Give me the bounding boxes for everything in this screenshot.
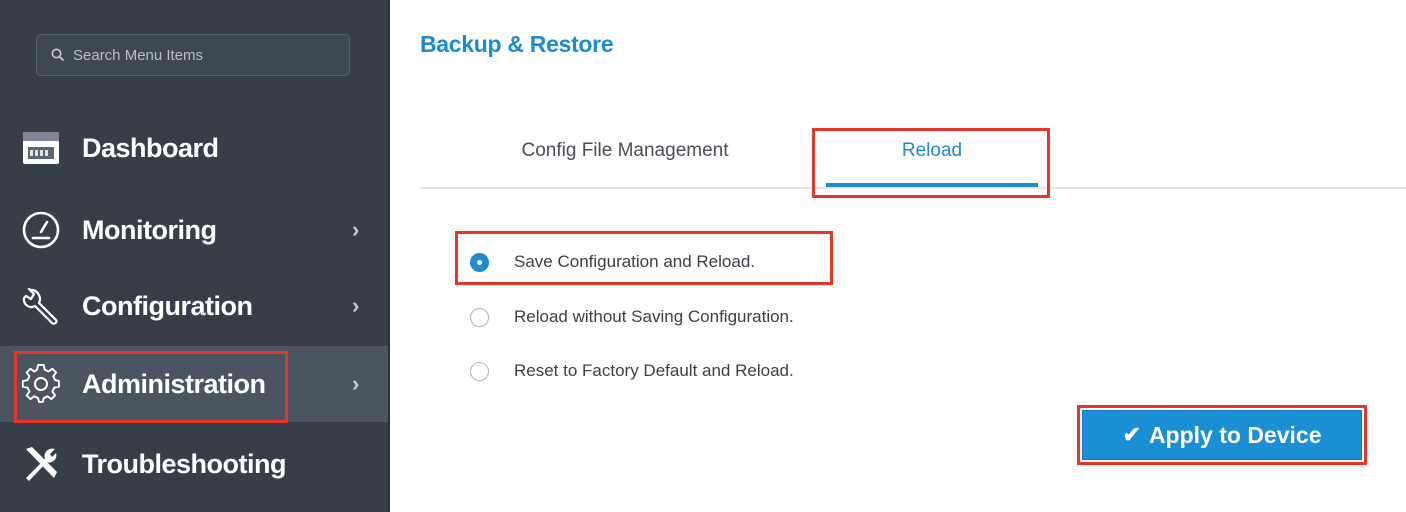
- option-reload-without-saving[interactable]: Reload without Saving Configuration.: [470, 302, 794, 332]
- apply-to-device-button[interactable]: ✔ Apply to Device: [1082, 410, 1362, 460]
- sidebar-item-configuration[interactable]: Configuration ›: [0, 268, 388, 344]
- option-reset-factory-default[interactable]: Reset to Factory Default and Reload.: [470, 356, 794, 386]
- dashboard-icon: [20, 127, 62, 169]
- chevron-right-icon: ›: [352, 371, 360, 396]
- sidebar-item-label: Troubleshooting: [82, 448, 286, 479]
- page-title: Backup & Restore: [420, 31, 614, 57]
- option-label: Reload without Saving Configuration.: [514, 307, 794, 326]
- tabs-divider: [420, 187, 1406, 189]
- tools-icon: [20, 443, 62, 485]
- sidebar-item-troubleshooting[interactable]: Troubleshooting: [0, 426, 388, 502]
- sidebar-item-label: Administration: [82, 368, 266, 399]
- sidebar-item-monitoring[interactable]: Monitoring ›: [0, 192, 388, 268]
- radio-button[interactable]: [470, 307, 489, 327]
- chevron-right-icon: ›: [352, 217, 360, 242]
- checkmark-icon: ✔: [1122, 422, 1141, 447]
- option-label: Reset to Factory Default and Reload.: [514, 361, 794, 380]
- apply-button-label: Apply to Device: [1148, 421, 1322, 448]
- sidebar-item-administration[interactable]: Administration ›: [0, 346, 388, 422]
- sidebar-item-dashboard[interactable]: Dashboard: [0, 110, 388, 186]
- sidebar-item-label: Dashboard: [82, 132, 219, 163]
- sidebar-item-label: Configuration: [82, 290, 253, 321]
- sidebar-divider: [388, 0, 390, 512]
- tab-reload[interactable]: Reload: [826, 140, 1038, 188]
- active-tab-indicator: [826, 183, 1038, 187]
- option-save-and-reload[interactable]: Save Configuration and Reload.: [470, 247, 755, 277]
- chevron-right-icon: ›: [352, 293, 360, 318]
- sidebar-item-label: Monitoring: [82, 214, 217, 245]
- search-icon: [51, 48, 65, 62]
- gauge-icon: [20, 209, 62, 251]
- search-input[interactable]: [73, 46, 343, 64]
- tab-config-file-management[interactable]: Config File Management: [460, 140, 790, 188]
- search-box[interactable]: [36, 34, 350, 76]
- sidebar: Dashboard Monitoring › Configuration ›: [0, 0, 388, 512]
- option-label: Save Configuration and Reload.: [514, 252, 755, 271]
- radio-button[interactable]: [470, 252, 489, 272]
- radio-button[interactable]: [470, 361, 489, 381]
- wrench-icon: [20, 285, 62, 327]
- gear-icon: [20, 363, 62, 405]
